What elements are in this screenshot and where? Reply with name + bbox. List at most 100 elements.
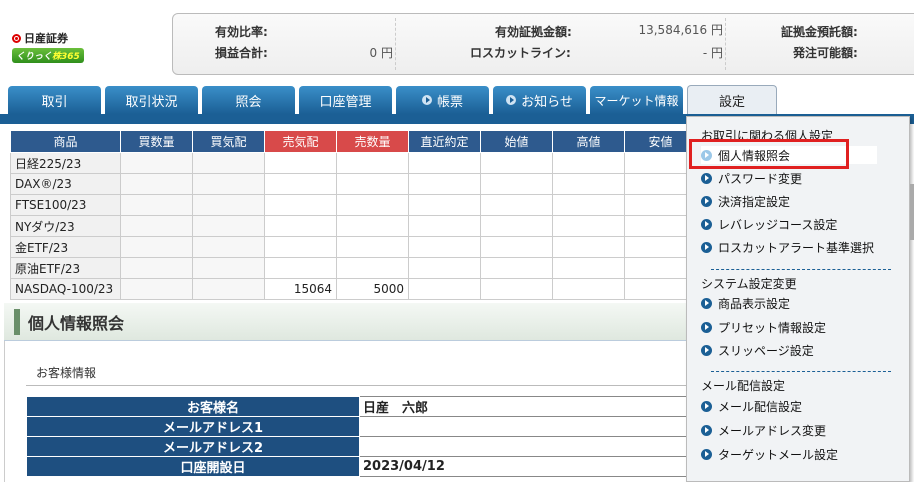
row-label: 口座開設日 (26, 456, 360, 477)
tab-trade[interactable]: 取引 (8, 86, 101, 114)
row-value (359, 436, 690, 457)
quote-cell (408, 173, 481, 195)
quote-row[interactable]: 日経225/23 (10, 152, 697, 174)
menu-item-target-mail[interactable]: ターゲットメール設定 (701, 445, 838, 463)
quote-row[interactable]: DAX®/23 (10, 173, 697, 195)
quote-cell (408, 215, 481, 237)
menu-item-label: メールアドレス変更 (718, 423, 827, 438)
section-divider (26, 385, 694, 386)
quote-cell (264, 194, 337, 216)
quote-cell (480, 257, 553, 279)
quote-row[interactable]: FTSE100/23 (10, 194, 697, 216)
quote-row[interactable]: NYダウ/23 (10, 215, 697, 237)
quote-cell (264, 215, 337, 237)
col-ask: 売気配 (264, 130, 337, 153)
tab-trade-status[interactable]: 取引状況 (105, 86, 198, 114)
menu-item-losscut-alert[interactable]: ロスカットアラート基準選択 (701, 238, 874, 256)
quote-cell (336, 257, 409, 279)
brand-mark-icon (12, 33, 21, 43)
tab-settings[interactable]: 設定 (687, 85, 777, 115)
tab-reports[interactable]: 帳票 (396, 86, 489, 114)
quote-table: 商品 買数量 買気配 売気配 売数量 直近約定 始値 高値 安値 日経225/2… (10, 130, 697, 300)
quote-row[interactable]: NASDAQ-100/23 15064 5000 (10, 278, 697, 300)
arrow-icon (701, 172, 712, 184)
tab-market-info[interactable]: マーケット情報 (590, 86, 683, 114)
account-summary: 有効比率: 損益合計: 0 円 有効証拠金額: 13,584,616 円 ロスカ… (172, 13, 914, 75)
quote-cell (192, 278, 265, 300)
menu-item-settlement[interactable]: 決済指定設定 (701, 192, 790, 210)
menu-item-label: 商品表示設定 (718, 296, 791, 311)
tab-label: マーケット情報 (594, 93, 679, 108)
quote-cell (120, 173, 193, 195)
table-row: お客様名 日産 六郎 (26, 396, 690, 417)
quote-cell (552, 215, 625, 237)
arrow-icon (701, 344, 712, 356)
quote-cell (552, 173, 625, 195)
menu-item-label: メール配信設定 (718, 399, 803, 414)
quote-cell (336, 194, 409, 216)
effective-ratio-label: 有効比率: (215, 25, 268, 39)
pnl-value: 0 円 (369, 46, 393, 60)
quote-cell (552, 194, 625, 216)
quote-cell (480, 173, 553, 195)
menu-item-label: レバレッジコース設定 (718, 217, 838, 232)
quote-cell (264, 173, 337, 195)
arrow-icon (701, 400, 712, 412)
quote-cell (264, 236, 337, 258)
menu-item-label: ロスカットアラート基準選択 (718, 240, 875, 255)
quote-cell (192, 194, 265, 216)
tab-label: 照会 (235, 94, 262, 110)
quote-cell (192, 152, 265, 174)
quote-product-name: 原油ETF/23 (10, 257, 121, 279)
divider (725, 18, 726, 70)
table-row: メールアドレス2 (26, 436, 690, 457)
quote-row[interactable]: 金ETF/23 (10, 236, 697, 258)
quote-cell (480, 215, 553, 237)
row-value: 2023/04/12 (359, 456, 690, 477)
arrow-icon (701, 297, 712, 309)
quote-cell (264, 257, 337, 279)
col-ask-qty: 売数量 (336, 130, 409, 153)
quote-cell (480, 236, 553, 258)
effective-margin-label: 有効証拠金額: (495, 25, 572, 39)
tab-account[interactable]: 口座管理 (299, 86, 392, 114)
quote-cell (552, 278, 625, 300)
menu-item-slippage[interactable]: スリッページ設定 (701, 341, 814, 359)
arrow-icon (701, 218, 712, 230)
quote-cell (120, 257, 193, 279)
menu-section-title: システム設定変更 (701, 277, 797, 291)
quote-product-name: 金ETF/23 (10, 236, 121, 258)
quote-header-row: 商品 買数量 買気配 売気配 売数量 直近約定 始値 高値 安値 (10, 130, 697, 153)
quote-cell (120, 215, 193, 237)
menu-item-password[interactable]: パスワード変更 (701, 169, 802, 187)
scrollbar-thumb[interactable] (910, 184, 914, 240)
col-open: 始値 (480, 130, 553, 153)
row-label: お客様名 (26, 396, 360, 417)
quote-row[interactable]: 原油ETF/23 (10, 257, 697, 279)
logo: 日産証券 くりっく株365 (12, 30, 102, 63)
menu-item-leverage[interactable]: レバレッジコース設定 (701, 215, 837, 233)
menu-item-mail-delivery[interactable]: メール配信設定 (701, 397, 802, 415)
quote-product-name: DAX®/23 (10, 173, 121, 195)
tab-label: 取引 (41, 94, 68, 110)
menu-item-product-display[interactable]: 商品表示設定 (701, 294, 790, 312)
tab-notices[interactable]: お知らせ (493, 86, 586, 114)
product-badge-main: 株365 (52, 52, 80, 62)
quote-product-name: FTSE100/23 (10, 194, 121, 216)
quote-cell (552, 236, 625, 258)
menu-item-mail-address[interactable]: メールアドレス変更 (701, 421, 826, 439)
tab-label: 設定 (718, 95, 745, 110)
divider (395, 18, 396, 70)
highlight-box (689, 139, 849, 169)
quote-cell (552, 152, 625, 174)
quote-product-name: 日経225/23 (10, 152, 121, 174)
quote-cell (480, 278, 553, 300)
tab-label: 帳票 (436, 94, 463, 110)
menu-item-label: 決済指定設定 (718, 194, 791, 209)
quote-cell (120, 278, 193, 300)
menu-item-preset[interactable]: プリセット情報設定 (701, 318, 826, 336)
tab-inquiry[interactable]: 照会 (202, 86, 295, 114)
quote-cell (480, 152, 553, 174)
row-label: メールアドレス1 (26, 416, 360, 437)
quote-cell (120, 236, 193, 258)
